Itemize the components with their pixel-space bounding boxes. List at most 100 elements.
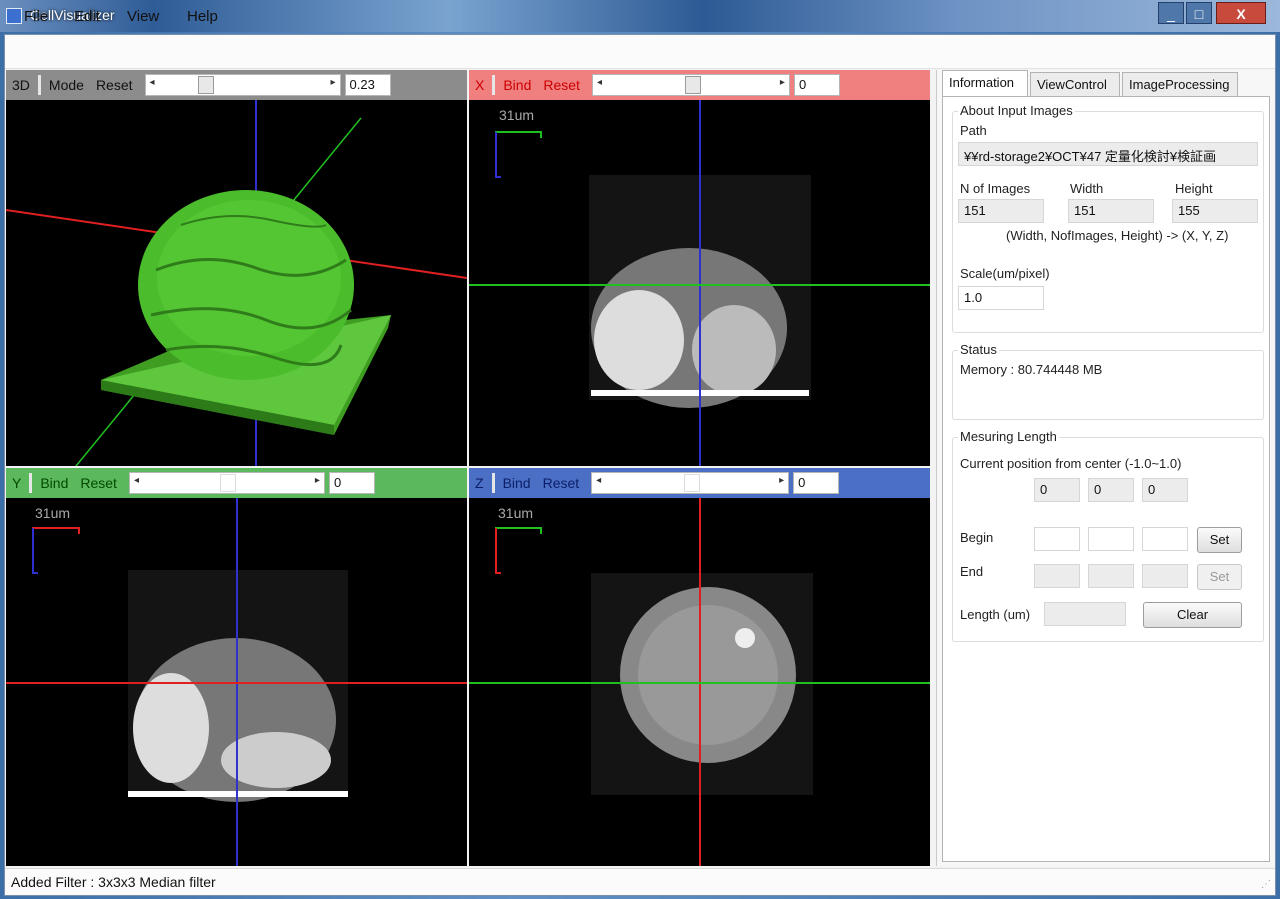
scale-bar-v — [495, 528, 501, 574]
3d-render — [6, 100, 467, 466]
reset-z-button[interactable]: Reset — [537, 475, 586, 491]
viewport-z-header: Z Bind Reset ◂ ▸ 0 — [469, 468, 930, 498]
end-x-field[interactable] — [1034, 564, 1080, 588]
end-y-field[interactable] — [1088, 564, 1134, 588]
height-field[interactable]: 155 — [1172, 199, 1258, 223]
begin-label: Begin — [960, 530, 994, 545]
tab-viewcontrol[interactable]: ViewControl — [1030, 72, 1120, 96]
status-text: Added Filter : 3x3x3 Median filter — [11, 874, 216, 890]
slider-right-arrow-icon[interactable]: ▸ — [330, 77, 335, 88]
n-images-label: N of Images — [960, 181, 1031, 196]
y-slice-render — [6, 498, 467, 866]
scale-label: Scale(um/pixel) — [960, 266, 1050, 281]
scale-bar-h — [495, 131, 542, 177]
width-field[interactable]: 151 — [1068, 199, 1154, 223]
tab-information[interactable]: Information — [942, 70, 1028, 96]
scale-bar-v — [32, 528, 38, 574]
viewport-z[interactable]: 31um — [469, 498, 930, 866]
cell-bright-region — [133, 673, 209, 783]
divider — [29, 473, 33, 493]
menu-help[interactable]: Help — [187, 8, 218, 25]
path-field[interactable]: ¥¥rd-storage2¥OCT¥47 定量化検討¥検証画 — [958, 142, 1258, 166]
current-pos-x[interactable]: 0 — [1034, 478, 1080, 502]
slider-left-arrow-icon[interactable]: ◂ — [596, 475, 601, 486]
slider-left-arrow-icon[interactable]: ◂ — [134, 475, 139, 486]
current-pos-label: Current position from center (-1.0~1.0) — [960, 456, 1182, 471]
measure-group-title: Mesuring Length — [958, 429, 1059, 444]
status-group — [952, 350, 1264, 420]
about-group-title: About Input Images — [958, 103, 1075, 118]
mapping-note: (Width, NofImages, Height) -> (X, Y, Z) — [1006, 228, 1229, 243]
slider-left-arrow-icon[interactable]: ◂ — [597, 77, 602, 88]
x-slice-render — [469, 100, 930, 466]
cell-bright-spot — [735, 628, 755, 648]
bind-x-button[interactable]: Bind — [497, 77, 537, 93]
maximize-button[interactable]: □ — [1186, 2, 1212, 24]
end-set-button[interactable]: Set — [1197, 564, 1242, 590]
mode-button[interactable]: Mode — [43, 77, 90, 93]
minimize-button[interactable]: _ — [1158, 2, 1184, 24]
reset-3d-button[interactable]: Reset — [90, 77, 139, 93]
slider-thumb[interactable] — [684, 474, 701, 492]
slider-left-arrow-icon[interactable]: ◂ — [150, 77, 155, 88]
slice-y-slider[interactable]: ◂ ▸ — [128, 472, 325, 494]
tab-imageprocessing[interactable]: ImageProcessing — [1122, 72, 1238, 96]
begin-set-button[interactable]: Set — [1197, 527, 1242, 553]
slice-z-slider[interactable]: ◂ ▸ — [591, 472, 790, 494]
viewport-3d-label: 3D — [12, 77, 30, 93]
scale-bar-h — [32, 527, 80, 573]
slider-thumb[interactable] — [684, 76, 701, 94]
begin-y-field[interactable] — [1088, 527, 1134, 551]
slice-x-slider[interactable]: ◂ ▸ — [591, 74, 790, 96]
divider — [37, 75, 41, 95]
menu-view[interactable]: View — [127, 8, 159, 25]
bind-y-button[interactable]: Bind — [34, 475, 74, 491]
current-pos-z[interactable]: 0 — [1142, 478, 1188, 502]
begin-x-field[interactable] — [1034, 527, 1080, 551]
scale-field[interactable]: 1.0 — [958, 286, 1044, 310]
end-label: End — [960, 564, 984, 579]
slider-right-arrow-icon[interactable]: ▸ — [779, 475, 784, 486]
cell-inner — [638, 605, 778, 745]
viewport-3d-header: 3D Mode Reset ◂ ▸ 0.23 — [6, 70, 467, 100]
zoom-3d-slider[interactable]: ◂ ▸ — [144, 74, 341, 96]
slice-x-value[interactable]: 0 — [793, 74, 840, 96]
cell-bright-region — [692, 305, 776, 395]
end-z-field[interactable] — [1142, 564, 1188, 588]
reset-x-button[interactable]: Reset — [537, 77, 586, 93]
path-label: Path — [960, 123, 987, 138]
menu-file[interactable]: File — [24, 8, 48, 25]
menu-edit[interactable]: Edit — [74, 8, 100, 25]
scale-bar-v — [495, 132, 501, 178]
bind-z-button[interactable]: Bind — [497, 475, 537, 491]
scale-label: 31um — [498, 505, 534, 521]
slider-right-arrow-icon[interactable]: ▸ — [780, 77, 785, 88]
viewport-x[interactable]: 31um — [469, 100, 930, 466]
current-pos-y[interactable]: 0 — [1088, 478, 1134, 502]
zoom-3d-value[interactable]: 0.23 — [344, 74, 391, 96]
reset-y-button[interactable]: Reset — [74, 475, 123, 491]
slider-right-arrow-icon[interactable]: ▸ — [315, 475, 320, 486]
viewport-y[interactable]: 31um — [6, 498, 467, 866]
viewport-x-label: X — [475, 77, 485, 93]
memory-text: Memory : 80.744448 MB — [960, 362, 1103, 377]
clear-button[interactable]: Clear — [1143, 602, 1242, 628]
slider-thumb[interactable] — [219, 474, 236, 492]
close-button[interactable]: X — [1216, 2, 1266, 24]
slice-z-value[interactable]: 0 — [793, 472, 840, 494]
length-field[interactable] — [1044, 602, 1126, 626]
length-label: Length (um) — [960, 607, 1031, 622]
viewport-y-header: Y Bind Reset ◂ ▸ 0 — [6, 468, 467, 498]
status-bar: Added Filter : 3x3x3 Median filter ⋰ — [5, 868, 1275, 895]
viewport-y-label: Y — [12, 475, 22, 491]
slider-thumb[interactable] — [197, 76, 214, 94]
viewport-3d[interactable] — [6, 100, 467, 466]
slice-y-value[interactable]: 0 — [328, 472, 375, 494]
z-slice-render — [469, 498, 930, 866]
divider — [492, 75, 496, 95]
menu-bar — [5, 35, 1275, 69]
resize-grip-icon[interactable]: ⋰ — [1261, 879, 1271, 890]
n-images-field[interactable]: 151 — [958, 199, 1044, 223]
viewport-z-label: Z — [475, 475, 484, 491]
begin-z-field[interactable] — [1142, 527, 1188, 551]
